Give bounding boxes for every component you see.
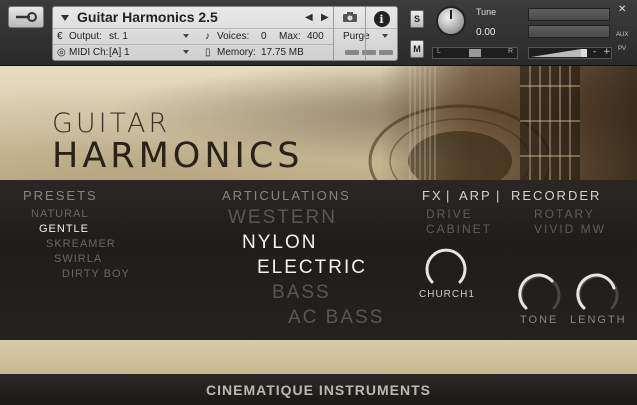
aux-button[interactable]: AUX <box>616 32 628 38</box>
footer-brand: CINEMATIQUE INSTRUMENTS <box>206 381 431 398</box>
preset-skreamer[interactable]: SKREAMER <box>46 238 116 250</box>
volume-slider[interactable]: - + <box>528 47 612 59</box>
pan-right-label: R <box>507 48 513 55</box>
memory-label: Memory: <box>217 47 256 58</box>
preset-dirty-boy[interactable]: DIRTY BOY <box>62 268 130 280</box>
midi-channel-value[interactable]: [A] 1 <box>109 47 130 58</box>
instrument-artwork: GUITAR HARMONICS <box>0 66 637 180</box>
prev-instrument-icon[interactable]: ◀ <box>305 12 313 23</box>
tab-arp[interactable]: ARP <box>459 188 492 203</box>
instrument-menu-arrow[interactable] <box>61 15 69 21</box>
tab-fx[interactable]: FX <box>422 188 443 203</box>
tab-recorder[interactable]: RECORDER <box>511 188 601 203</box>
midi-icon: ◎ <box>57 47 66 58</box>
mute-button[interactable]: M <box>410 40 424 58</box>
bottom-texture-band <box>0 340 637 374</box>
info-button[interactable]: i <box>365 7 397 61</box>
pan-handle[interactable] <box>469 49 481 57</box>
articulation-western[interactable]: WESTERN <box>228 207 337 229</box>
voices-value: 0 <box>261 31 267 42</box>
memory-icon: ▯ <box>205 47 211 58</box>
memory-value: 17.75 MB <box>261 47 304 58</box>
preset-gentle[interactable]: GENTLE <box>39 223 89 235</box>
output-dropdown-icon[interactable] <box>183 31 189 42</box>
wrench-button[interactable] <box>8 6 44 28</box>
brand-title-line2: HARMONICS <box>52 136 304 176</box>
instrument-title[interactable]: Guitar Harmonics 2.5 <box>77 9 218 25</box>
length-knob-label: LENGTH <box>570 314 627 326</box>
fx-vivid-mw[interactable]: VIVID MW <box>534 222 606 236</box>
voices-label: Voices: <box>217 31 250 42</box>
voices-icon: ♪ <box>205 31 210 42</box>
articulation-ac-bass[interactable]: AC BASS <box>288 307 384 329</box>
instrument-header: Guitar Harmonics 2.5 ◀ ▶ € Output: st. 1… <box>0 0 637 66</box>
close-icon[interactable]: ✕ <box>618 4 626 15</box>
brand-title-line1: GUITAR <box>52 108 171 139</box>
volume-ramp <box>531 49 581 57</box>
next-instrument-icon[interactable]: ▶ <box>321 12 329 23</box>
meter-right <box>528 25 610 38</box>
reverb-knob-label: CHURCH1 <box>419 289 475 300</box>
solo-button[interactable]: S <box>410 10 424 28</box>
length-knob[interactable] <box>576 272 620 316</box>
articulation-electric[interactable]: ELECTRIC <box>257 257 367 279</box>
fx-drive[interactable]: DRIVE <box>426 207 473 221</box>
volume-handle[interactable] <box>581 49 587 57</box>
info-icon: i <box>373 11 390 27</box>
fx-rotary[interactable]: ROTARY <box>534 207 595 221</box>
meter-left <box>528 8 610 21</box>
preset-swirla[interactable]: SWIRLA <box>54 253 102 265</box>
level-meters <box>528 8 610 42</box>
volume-plus[interactable]: + <box>603 47 611 57</box>
controls-panel: PRESETS NATURAL GENTLE SKREAMER SWIRLA D… <box>0 180 637 340</box>
volume-minus[interactable]: - <box>593 47 596 57</box>
snapshot-button[interactable] <box>333 7 365 61</box>
instrument-info-panel: Guitar Harmonics 2.5 ◀ ▶ € Output: st. 1… <box>52 6 398 61</box>
midi-dropdown-icon[interactable] <box>183 47 189 58</box>
output-icon: € <box>57 31 63 42</box>
tab-separator-2: | <box>496 188 502 203</box>
output-label: Output: <box>69 31 102 42</box>
camera-icon <box>342 12 357 22</box>
wrench-icon <box>16 12 37 22</box>
articulation-bass[interactable]: BASS <box>272 282 331 304</box>
reverb-knob[interactable] <box>424 246 468 290</box>
fx-cabinet[interactable]: CABINET <box>426 222 492 236</box>
preset-natural[interactable]: NATURAL <box>31 208 89 220</box>
presets-heading: PRESETS <box>23 188 98 203</box>
footer: CINEMATIQUE INSTRUMENTS <box>0 374 637 405</box>
tone-knob[interactable] <box>518 272 562 316</box>
pan-slider[interactable]: L R <box>432 47 518 59</box>
max-label: Max: <box>279 31 301 42</box>
tune-value: 0.00 <box>476 27 496 38</box>
pv-button[interactable]: PV <box>618 46 626 52</box>
midi-label: MIDI Ch: <box>69 47 109 58</box>
pan-left-label: L <box>437 48 441 55</box>
tone-knob-label: TONE <box>520 314 559 326</box>
max-voices-value[interactable]: 400 <box>307 31 324 42</box>
articulation-nylon[interactable]: NYLON <box>242 232 317 254</box>
output-value[interactable]: st. 1 <box>109 31 128 42</box>
tab-separator-1: | <box>446 188 452 203</box>
guitar-illustration <box>368 66 637 180</box>
tune-knob[interactable] <box>436 6 466 36</box>
articulations-heading: ARTICULATIONS <box>222 188 351 203</box>
tune-label: Tune <box>476 7 497 17</box>
